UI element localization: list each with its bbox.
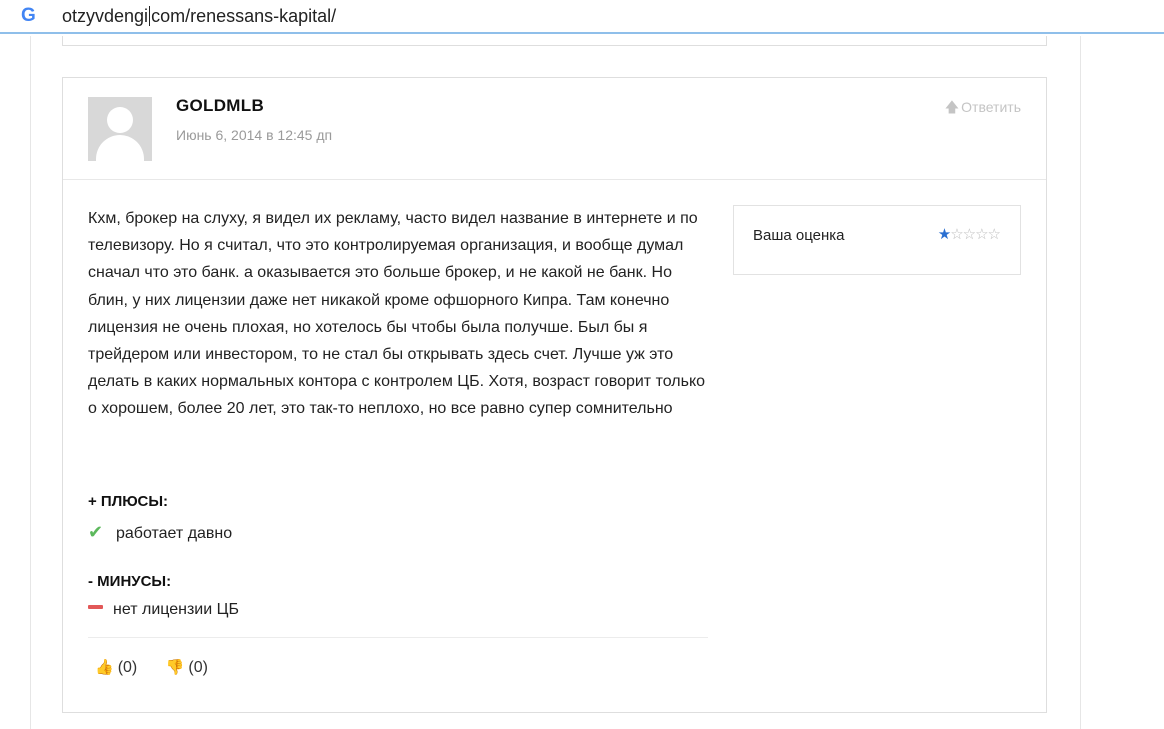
pros-title: + ПЛЮСЫ:: [88, 493, 169, 510]
cons-item-text: нет лицензии ЦБ: [113, 601, 239, 618]
thumbs-up-icon: 👍: [95, 659, 114, 676]
avatar: [88, 97, 152, 161]
minus-icon: [88, 605, 103, 609]
url-field[interactable]: otzyvdengi com/renessans-kapital/: [62, 6, 336, 27]
google-logo-icon: G: [21, 5, 36, 26]
dislike-count: (0): [188, 659, 208, 676]
reply-label: Ответить: [961, 99, 1021, 115]
review-header: GOLDMLB Июнь 6, 2014 в 12:45 дп 🡅 Ответит…: [63, 78, 1046, 180]
cons-item: нет лицензии ЦБ: [88, 601, 239, 619]
star-icon-empty[interactable]: ☆: [975, 226, 988, 243]
arrow-up-icon: 🡅: [944, 99, 960, 115]
rating-label: Ваша оценка: [753, 227, 845, 244]
like-count: (0): [117, 659, 138, 676]
check-icon: ✔: [88, 522, 104, 542]
divider: [88, 637, 708, 638]
vote-bar: 👍 (0) 👎 (0): [95, 658, 232, 677]
cons-title: - МИНУСЫ:: [88, 573, 172, 590]
avatar-head-shape: [107, 107, 133, 133]
review-text: Кхм, брокер на слуху, я видел их рекламу…: [88, 210, 706, 418]
review-author[interactable]: GOLDMLB: [176, 96, 264, 116]
url-domain: otzyvdengi: [62, 6, 149, 26]
text-caret: [149, 6, 151, 26]
address-bar[interactable]: G otzyvdengi com/renessans-kapital/: [0, 0, 1164, 34]
rating-box: Ваша оценка ★☆☆☆☆: [733, 205, 1021, 275]
like-button[interactable]: 👍 (0): [95, 658, 137, 677]
url-path: com/renessans-kapital/: [151, 6, 337, 26]
avatar-body-shape: [96, 135, 144, 161]
pros-item-text: работает давно: [116, 525, 233, 542]
star-icon-filled[interactable]: ★: [938, 226, 951, 243]
star-icon-empty[interactable]: ☆: [950, 226, 963, 243]
star-rating[interactable]: ★☆☆☆☆: [938, 225, 1001, 243]
review-date[interactable]: Июнь 6, 2014 в 12:45 дп: [176, 127, 332, 143]
thumbs-down-icon: 👎: [165, 659, 185, 676]
review-card: GOLDMLB Июнь 6, 2014 в 12:45 дп 🡅 Ответит…: [62, 77, 1047, 713]
reply-button[interactable]: 🡅 Ответить: [945, 97, 1021, 121]
previous-review-card: [62, 36, 1047, 46]
star-icon-empty[interactable]: ☆: [988, 226, 1001, 243]
dislike-button[interactable]: 👎 (0): [166, 658, 208, 677]
star-icon-empty[interactable]: ☆: [963, 226, 976, 243]
pros-item: ✔ работает давно: [88, 522, 232, 543]
